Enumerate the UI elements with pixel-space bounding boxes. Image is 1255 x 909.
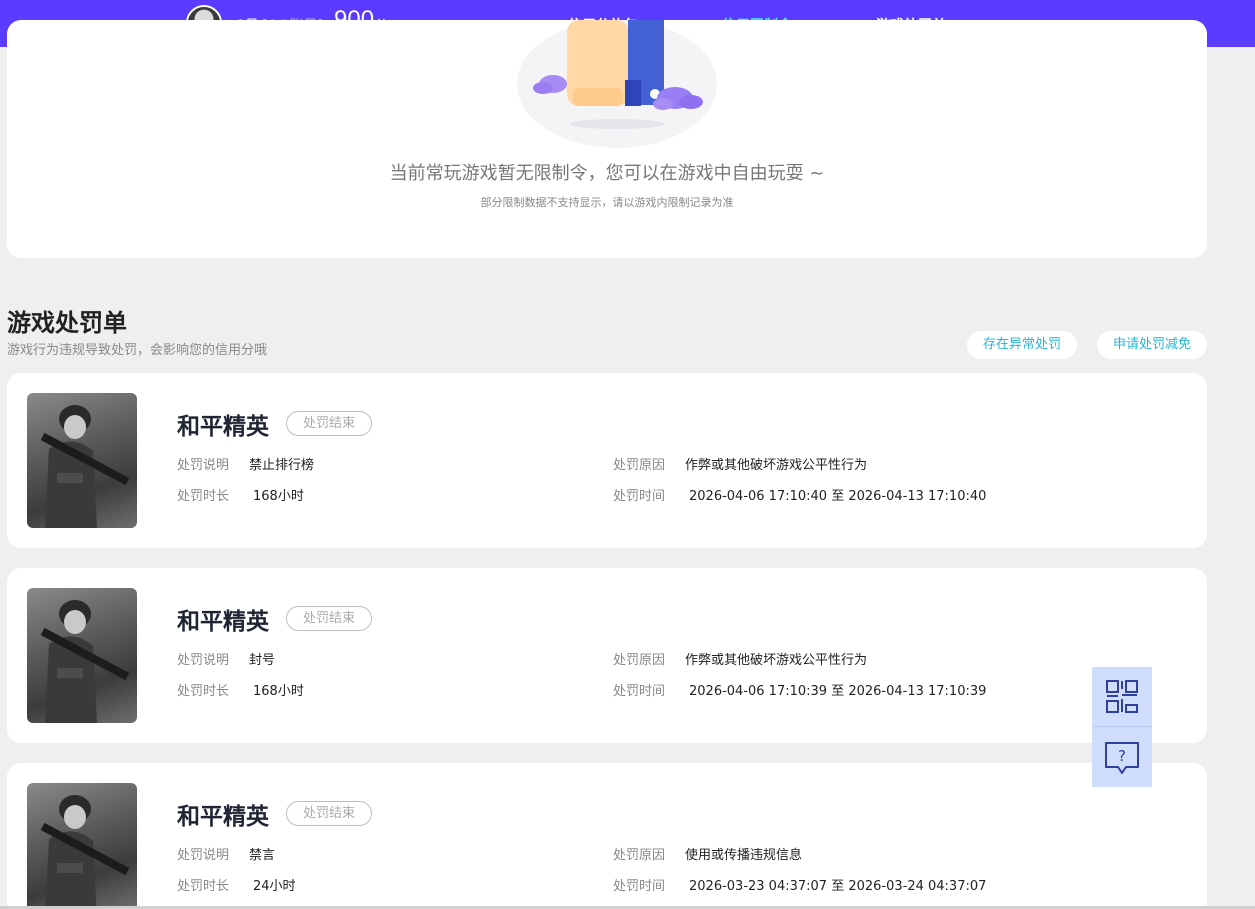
game-name: 和平精英 — [177, 804, 269, 830]
qr-code-button[interactable] — [1092, 667, 1152, 727]
label-description: 处罚说明 — [177, 848, 230, 863]
penalty-duration: 24小时 — [253, 879, 296, 894]
penalty-time: 2026-04-06 17:10:40 至 2026-04-13 17:10:4… — [689, 489, 987, 504]
game-thumbnail — [27, 393, 137, 528]
status-badge: 处罚结束 — [286, 606, 372, 631]
status-badge: 处罚结束 — [286, 411, 372, 436]
label-duration: 处罚时长 — [177, 684, 230, 699]
penalty-reason: 作弊或其他破坏游戏公平性行为 — [685, 458, 868, 473]
label-reason: 处罚原因 — [613, 848, 666, 863]
penalty-reason: 使用或传播违规信息 — [685, 848, 803, 863]
section-description: 游戏行为违规导致处罚，会影响您的信用分哦 — [7, 343, 268, 358]
penalty-card: 和平精英 处罚结束 处罚说明 禁止排行榜 处罚原因 作弊或其他破坏游戏公平性行为… — [7, 373, 1207, 548]
empty-illustration — [517, 20, 717, 148]
section-title: 游戏处罚单 — [7, 309, 127, 337]
label-time: 处罚时间 — [613, 489, 666, 504]
label-reason: 处罚原因 — [613, 653, 666, 668]
soldier-image — [40, 795, 130, 909]
apply-reduction-button[interactable]: 申请处罚减免 — [1097, 331, 1207, 359]
penalty-card: 和平精英 处罚结束 处罚说明 封号 处罚原因 作弊或其他破坏游戏公平性行为 处罚… — [7, 568, 1207, 743]
abnormal-penalty-button[interactable]: 存在异常处罚 — [967, 331, 1077, 359]
status-badge: 处罚结束 — [286, 801, 372, 826]
game-name: 和平精英 — [177, 609, 269, 635]
penalty-card: 和平精英 处罚结束 处罚说明 禁言 处罚原因 使用或传播违规信息 处罚时长 24… — [7, 763, 1207, 909]
limit-note: 部分限制数据不支持显示，请以游戏内限制记录为准 — [480, 196, 734, 209]
game-thumbnail — [27, 783, 137, 909]
label-time: 处罚时间 — [613, 879, 666, 894]
label-time: 处罚时间 — [613, 684, 666, 699]
penalty-duration: 168小时 — [253, 489, 304, 504]
limit-order-card: 当前常玩游戏暂无限制令，您可以在游戏中自由玩耍 ~ 部分限制数据不支持显示，请以… — [7, 20, 1207, 258]
no-limit-message: 当前常玩游戏暂无限制令，您可以在游戏中自由玩耍 ~ — [389, 163, 825, 184]
penalty-reason: 作弊或其他破坏游戏公平性行为 — [685, 653, 868, 668]
soldier-image — [40, 600, 130, 723]
penalty-time: 2026-04-06 17:10:39 至 2026-04-13 17:10:3… — [689, 684, 987, 699]
label-duration: 处罚时长 — [177, 489, 230, 504]
soldier-image — [40, 405, 130, 528]
game-name: 和平精英 — [177, 414, 269, 440]
penalty-duration: 168小时 — [253, 684, 304, 699]
penalty-time: 2026-03-23 04:37:07 至 2026-03-24 04:37:0… — [689, 879, 987, 894]
penalty-description: 禁言 — [249, 848, 276, 863]
label-reason: 处罚原因 — [613, 458, 666, 473]
help-chat-icon: ? — [1105, 742, 1139, 774]
label-duration: 处罚时长 — [177, 879, 230, 894]
label-description: 处罚说明 — [177, 653, 230, 668]
label-description: 处罚说明 — [177, 458, 230, 473]
qr-code-icon — [1106, 680, 1138, 713]
game-thumbnail — [27, 588, 137, 723]
penalty-description: 封号 — [249, 653, 276, 668]
help-button[interactable]: ? — [1092, 727, 1152, 787]
penalty-description: 禁止排行榜 — [249, 458, 315, 473]
svg-text:?: ? — [1118, 747, 1126, 765]
